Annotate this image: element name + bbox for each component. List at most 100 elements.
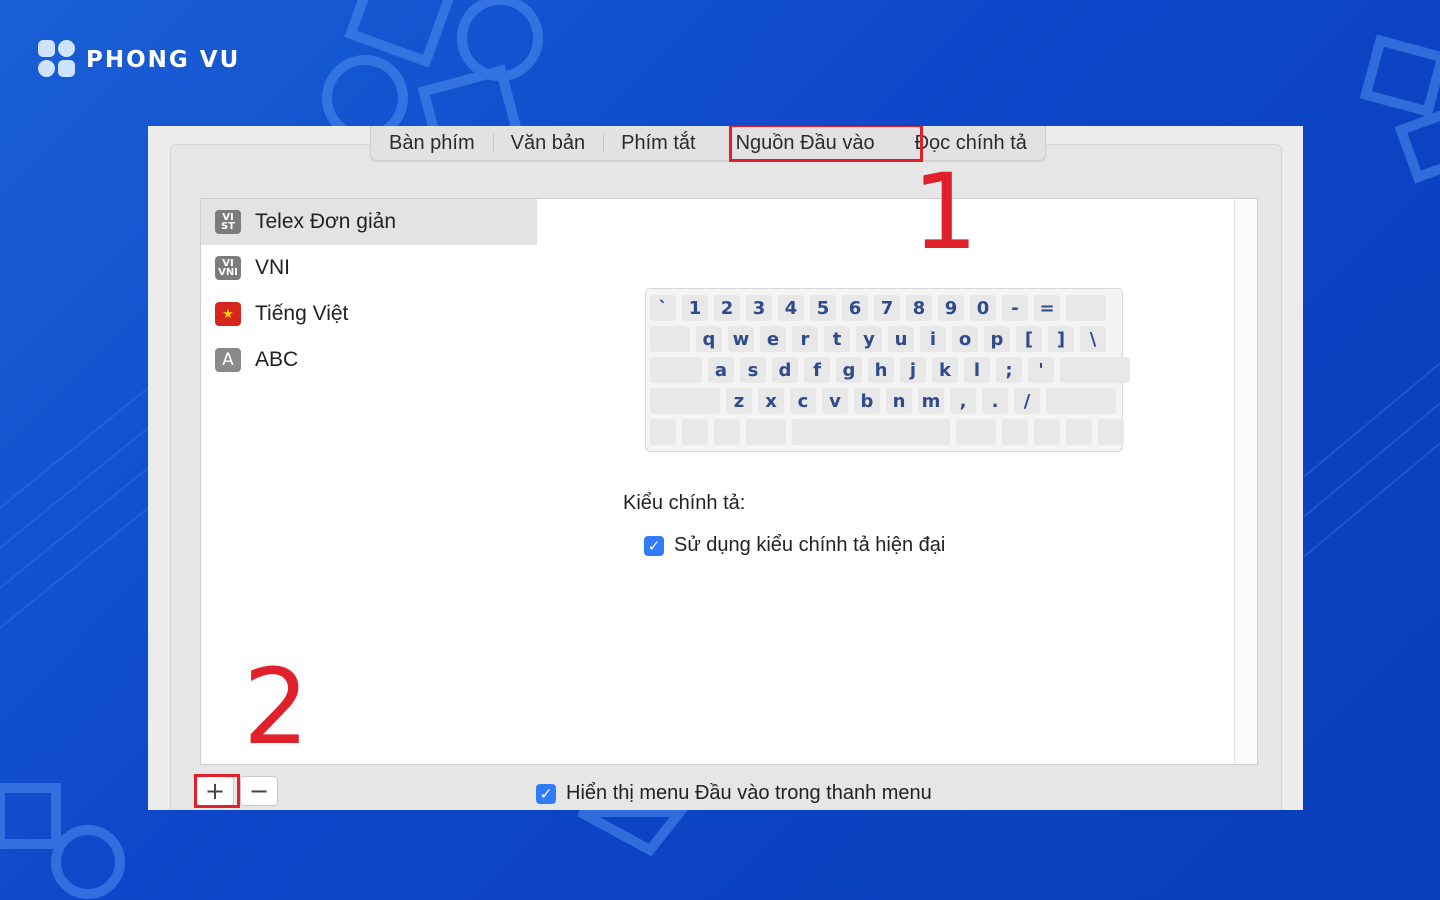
key: n bbox=[886, 388, 912, 414]
key: c bbox=[790, 388, 816, 414]
key: s bbox=[740, 357, 766, 383]
keyboard-preview: ` 1 2 3 4 5 6 7 8 9 0 - = q w e r t y u … bbox=[645, 288, 1130, 452]
key: y bbox=[856, 326, 882, 352]
show-input-menu-label: Hiển thị menu Đầu vào trong thanh menu bbox=[566, 782, 932, 804]
key: g bbox=[836, 357, 862, 383]
source-label: Tiếng Việt bbox=[255, 302, 349, 325]
source-item-vni[interactable]: VI VNI VNI bbox=[201, 245, 537, 291]
key-delete bbox=[1066, 295, 1106, 321]
keyboard-row-3: a s d f g h j k l ; ' bbox=[650, 357, 1130, 383]
key: v bbox=[822, 388, 848, 414]
key: d bbox=[772, 357, 798, 383]
key: t bbox=[824, 326, 850, 352]
step2-highlight bbox=[194, 774, 240, 808]
key: o bbox=[952, 326, 978, 352]
show-input-menu-option[interactable]: ✓ Hiển thị menu Đầu vào trong thanh menu bbox=[536, 782, 932, 805]
key: m bbox=[918, 388, 944, 414]
key: 8 bbox=[906, 295, 932, 321]
key: . bbox=[982, 388, 1008, 414]
show-input-menu-checkbox[interactable]: ✓ bbox=[536, 783, 556, 804]
input-source-detail-panel: ` 1 2 3 4 5 6 7 8 9 0 - = q w e r t y u … bbox=[537, 198, 1258, 765]
spelling-style-label: Kiểu chính tả: bbox=[623, 492, 746, 514]
source-label: Telex Đơn giản bbox=[255, 210, 397, 233]
key: f bbox=[804, 357, 830, 383]
key: q bbox=[696, 326, 722, 352]
key: b bbox=[854, 388, 880, 414]
detail-scrollbar[interactable] bbox=[1234, 199, 1257, 764]
keyboard-row-2: q w e r t y u i o p [ ] \ bbox=[650, 326, 1106, 352]
key: 9 bbox=[938, 295, 964, 321]
key-tab bbox=[650, 326, 690, 352]
key: ] bbox=[1048, 326, 1074, 352]
brand-name: PHONG VU bbox=[86, 47, 241, 73]
key: i bbox=[920, 326, 946, 352]
key-caps bbox=[650, 357, 702, 383]
key: 4 bbox=[778, 295, 804, 321]
key: 5 bbox=[810, 295, 836, 321]
key-arrow-up-down bbox=[1066, 419, 1092, 445]
modern-spelling-option[interactable]: ✓ Sử dụng kiểu chính tả hiện đại bbox=[644, 534, 945, 557]
key: \ bbox=[1080, 326, 1106, 352]
tab-text[interactable]: Văn bản bbox=[492, 126, 604, 160]
key: l bbox=[964, 357, 990, 383]
key: e bbox=[760, 326, 786, 352]
key-command bbox=[746, 419, 786, 445]
keyboard-row-4: z x c v b n m , . / bbox=[650, 388, 1116, 414]
key-option-right bbox=[1002, 419, 1028, 445]
tab-keyboard[interactable]: Bàn phím bbox=[371, 126, 493, 160]
key: w bbox=[728, 326, 754, 352]
key-space bbox=[792, 419, 950, 445]
key: j bbox=[900, 357, 926, 383]
keyboard-row-1: ` 1 2 3 4 5 6 7 8 9 0 - = bbox=[650, 295, 1106, 321]
key: 1 bbox=[682, 295, 708, 321]
key: ` bbox=[650, 295, 676, 321]
key: 3 bbox=[746, 295, 772, 321]
step-2-annotation: 2 bbox=[243, 646, 310, 768]
key: ; bbox=[996, 357, 1022, 383]
key: = bbox=[1034, 295, 1060, 321]
brand-logo: PHONG VU bbox=[38, 40, 240, 80]
key-arrow-right bbox=[1098, 419, 1124, 445]
source-item-abc[interactable]: A ABC bbox=[201, 337, 537, 383]
key: [ bbox=[1016, 326, 1042, 352]
source-label: VNI bbox=[255, 256, 291, 279]
key-shift-right bbox=[1046, 388, 1116, 414]
source-item-telex[interactable]: VI ST Telex Đơn giản bbox=[201, 199, 537, 245]
key: 6 bbox=[842, 295, 868, 321]
key: 0 bbox=[970, 295, 996, 321]
key: x bbox=[758, 388, 784, 414]
keyboard-row-5 bbox=[650, 419, 1124, 445]
step1-highlight bbox=[729, 126, 923, 162]
key: r bbox=[792, 326, 818, 352]
tab-shortcuts[interactable]: Phím tắt bbox=[603, 126, 713, 160]
key-command-right bbox=[956, 419, 996, 445]
key: / bbox=[1014, 388, 1040, 414]
key-fn bbox=[650, 419, 676, 445]
remove-source-button[interactable]: − bbox=[240, 776, 278, 806]
phongvu-logo-icon bbox=[38, 40, 78, 80]
step-1-annotation: 1 bbox=[912, 151, 979, 273]
vi-vni-icon: VI VNI bbox=[215, 256, 241, 280]
key-shift-left bbox=[650, 388, 720, 414]
key: 7 bbox=[874, 295, 900, 321]
key: k bbox=[932, 357, 958, 383]
key-option bbox=[714, 419, 740, 445]
key-arrow-left bbox=[1034, 419, 1060, 445]
vi-st-icon: VI ST bbox=[215, 210, 241, 234]
letter-a-icon: A bbox=[215, 348, 241, 372]
key: h bbox=[868, 357, 894, 383]
key: , bbox=[950, 388, 976, 414]
source-item-vietnamese[interactable]: Tiếng Việt bbox=[201, 291, 537, 337]
key: a bbox=[708, 357, 734, 383]
modern-spelling-checkbox[interactable]: ✓ bbox=[644, 535, 664, 556]
source-label: ABC bbox=[255, 348, 299, 371]
key-control bbox=[682, 419, 708, 445]
modern-spelling-label: Sử dụng kiểu chính tả hiện đại bbox=[674, 534, 946, 556]
key: u bbox=[888, 326, 914, 352]
key: p bbox=[984, 326, 1010, 352]
key-return bbox=[1060, 357, 1130, 383]
key: z bbox=[726, 388, 752, 414]
key: 2 bbox=[714, 295, 740, 321]
vietnam-flag-icon bbox=[215, 302, 241, 326]
key: - bbox=[1002, 295, 1028, 321]
